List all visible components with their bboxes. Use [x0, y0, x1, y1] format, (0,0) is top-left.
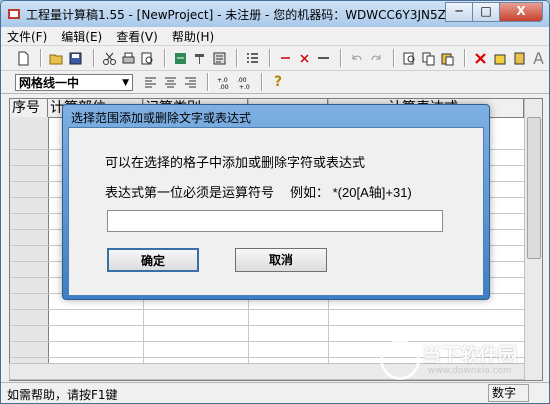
svg-text:+.0: +.0 [239, 84, 250, 90]
scroll-thumb[interactable] [527, 117, 541, 259]
status-mode: 数字 [488, 384, 529, 402]
app-icon [8, 9, 20, 19]
toolbar-separator [92, 49, 95, 67]
title-bar: 工程量计算稿1.55 - [NewProject] - 未注册 - 您的机器码：… [1, 1, 549, 27]
toolbar-separator [261, 73, 263, 91]
minus-bracket-icon[interactable] [277, 49, 294, 67]
font-icon[interactable] [530, 49, 547, 67]
highlight-icon[interactable] [491, 49, 508, 67]
watermark-text: 当下软件园 [422, 344, 518, 366]
format-icon[interactable] [191, 49, 208, 67]
chevron-down-icon[interactable]: ▼ [122, 75, 129, 92]
svg-text:.00: .00 [237, 77, 247, 84]
menu-edit[interactable]: 编辑(E) [61, 28, 102, 45]
list-icon[interactable] [244, 49, 261, 67]
status-help-text: 如需帮助，请按F1键 [7, 388, 118, 402]
menu-file[interactable]: 文件(F) [7, 28, 47, 45]
watermark-logo-icon [380, 340, 420, 380]
dialog-message-1: 可以在选择的格子中添加或删除字符或表达式 [105, 156, 366, 171]
svg-text:+.0: +.0 [217, 77, 228, 84]
toolbar-separator [207, 73, 209, 91]
align-right-icon[interactable] [181, 73, 199, 91]
menu-help[interactable]: 帮助(H) [172, 28, 214, 45]
link-icon[interactable] [315, 49, 332, 67]
ok-button[interactable]: 确定 [107, 248, 199, 272]
table-row[interactable] [10, 309, 542, 326]
undo-icon[interactable] [348, 49, 365, 67]
dialog-rule: 表达式第一位必须是运算符号 [105, 186, 275, 201]
print-icon[interactable] [120, 49, 137, 67]
dialog-body: 可以在选择的格子中添加或删除字符或表达式 表达式第一位必须是运算符号 例如： *(… [68, 127, 484, 296]
style-combo-value: 网格线一中 [19, 75, 80, 90]
find-icon[interactable] [401, 49, 418, 67]
close-button[interactable]: X [499, 2, 543, 22]
delete-icon[interactable] [472, 49, 489, 67]
toolbar-separator [235, 49, 238, 67]
watermark-url: www.downxia.com [428, 366, 512, 376]
decrease-decimal-icon[interactable]: .00 +.0 [235, 73, 253, 91]
clipboard-icon[interactable] [511, 49, 528, 67]
toolbar-separator [164, 49, 167, 67]
multiply-bracket-icon[interactable] [296, 49, 313, 67]
toolbar-separator [268, 49, 271, 67]
help-icon[interactable]: ? [269, 73, 287, 91]
vertical-scrollbar[interactable] [524, 99, 542, 380]
print-preview-icon[interactable] [139, 49, 156, 67]
align-left-icon[interactable] [141, 73, 159, 91]
redo-icon[interactable] [368, 49, 385, 67]
watermark: 当下软件园 www.downxia.com [380, 340, 530, 382]
toolbar-separator [340, 49, 343, 67]
open-folder-icon[interactable] [48, 49, 65, 67]
dialog-window: 选择范围添加或删除文字或表达式 可以在选择的格子中添加或删除字符或表达式 表达式… [62, 104, 490, 300]
main-toolbar [1, 46, 549, 71]
dialog-title: 选择范围添加或删除文字或表达式 [71, 111, 252, 125]
style-combo[interactable]: 网格线一中 ▼ [15, 73, 133, 92]
toolbar-separator [464, 49, 467, 67]
cancel-button[interactable]: 取消 [235, 248, 327, 272]
menu-bar: 文件(F) 编辑(E) 查看(V) 帮助(H) [1, 27, 549, 46]
insert-row-icon[interactable] [172, 49, 189, 67]
properties-icon[interactable] [210, 49, 227, 67]
dialog-example: 例如： *(20[A轴]+31) [290, 185, 412, 200]
cut-icon[interactable] [101, 49, 118, 67]
window-title: 工程量计算稿1.55 - [NewProject] - 未注册 - 您的机器码：… [26, 8, 462, 22]
dialog-message-2: 表达式第一位必须是运算符号 例如： *(20[A轴]+31) [105, 182, 412, 201]
expression-input[interactable] [107, 210, 443, 232]
minimize-button[interactable]: ─ [445, 2, 473, 22]
format-toolbar: 网格线一中 ▼ +.0.00 .00 +.0 ? [1, 71, 549, 94]
menu-view[interactable]: 查看(V) [116, 28, 158, 45]
maximize-button[interactable]: □ [472, 2, 500, 22]
align-center-icon[interactable] [161, 73, 179, 91]
toolbar-separator [392, 49, 395, 67]
save-icon[interactable] [67, 49, 84, 67]
toolbar-separator [40, 49, 43, 67]
status-bar: 如需帮助，请按F1键 数字 [1, 382, 549, 403]
paste-icon[interactable] [439, 49, 456, 67]
header-index[interactable]: 序号 [10, 99, 48, 117]
new-file-icon[interactable] [15, 49, 32, 67]
increase-decimal-icon[interactable]: +.0.00 [215, 73, 233, 91]
svg-text:.00: .00 [219, 84, 229, 90]
copy-icon[interactable] [420, 49, 437, 67]
